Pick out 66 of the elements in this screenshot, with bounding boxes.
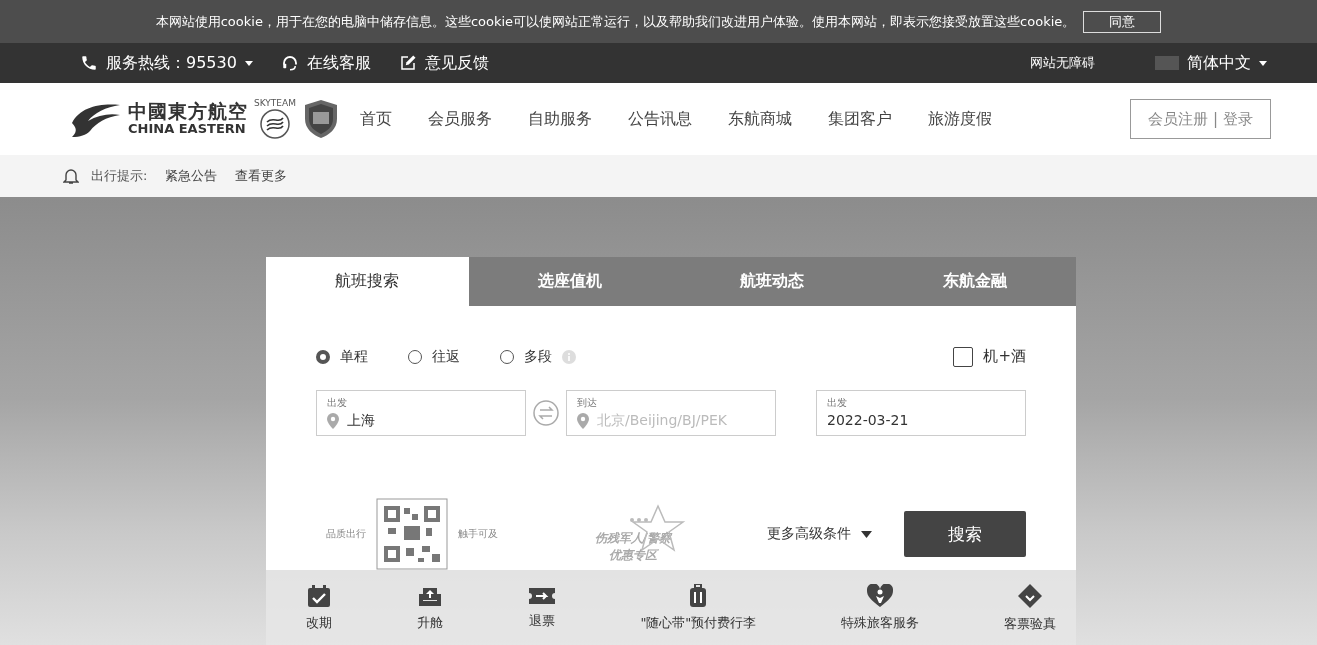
- headset-icon: [280, 54, 299, 72]
- checkbox-label[interactable]: 机+酒: [983, 347, 1026, 366]
- trip-type-label[interactable]: 单程: [340, 347, 368, 366]
- service-link[interactable]: 客票验真: [1003, 614, 1056, 633]
- top-link[interactable]: 在线客服: [306, 52, 371, 74]
- agree-button[interactable]: 同意: [1083, 10, 1162, 33]
- radio-button[interactable]: [316, 349, 330, 364]
- heart-icon: [867, 583, 894, 608]
- nav-link[interactable]: 自助服务: [527, 108, 592, 130]
- location-pin-icon: [327, 413, 339, 429]
- caret-icon: [244, 60, 253, 66]
- field-label: 到达: [577, 396, 598, 410]
- search-tab[interactable]: 东航金融: [873, 257, 1076, 306]
- ticket-check-icon: [1016, 582, 1043, 609]
- ticket-icon: [527, 585, 556, 606]
- field-value: 2022-03-21: [827, 412, 910, 428]
- nav-link[interactable]: 集团客户: [827, 108, 892, 130]
- nav-link[interactable]: 东航商城: [727, 108, 792, 130]
- alliance-logo-icon: [258, 108, 291, 140]
- field-label: 出发: [327, 396, 348, 410]
- service-link[interactable]: 改期: [306, 613, 332, 632]
- input-field[interactable]: 出发 2022-03-21: [816, 390, 1026, 436]
- notice-label: 出行提示:: [91, 167, 148, 185]
- cookie-notice: 本网站使用cookie，用于在您的电脑中储存信息。这些cookie可以使网站正常运行，以及帮助我们改进用户体验。使用本网站，即表示您接受放置这些cookie。: [155, 12, 1076, 31]
- top-link[interactable]: 意见反馈: [424, 52, 489, 74]
- nav-link[interactable]: 首页: [359, 108, 392, 130]
- airline-name: 中國東方航空: [128, 101, 248, 123]
- language-selector[interactable]: 简体中文: [1187, 52, 1251, 74]
- phone-icon: [80, 54, 98, 72]
- nav-link[interactable]: 旅游度假: [927, 108, 992, 130]
- trip-type-label[interactable]: 往返: [432, 347, 460, 366]
- hotline-link[interactable]: 服务热线：95530: [106, 52, 237, 74]
- advanced-options-toggle[interactable]: 更多高级条件: [767, 525, 851, 543]
- alliance-name: SKYTEAM: [254, 98, 296, 108]
- airline-name-english: CHINA EASTERN: [128, 122, 247, 137]
- service-link[interactable]: 升舱: [416, 613, 443, 632]
- flag-icon: [1155, 56, 1179, 70]
- search-tab[interactable]: 航班搜索: [266, 257, 469, 306]
- field-value: 上海: [347, 412, 376, 430]
- caret-icon: [861, 530, 872, 538]
- qr-caption: 触手可及: [458, 527, 498, 541]
- search-tab[interactable]: 航班动态: [671, 257, 874, 306]
- service-link[interactable]: 特殊旅客服务: [841, 613, 920, 632]
- checkbox[interactable]: [953, 346, 974, 367]
- edit-icon: [398, 54, 417, 72]
- qr-caption: 品质出行: [326, 527, 366, 541]
- service-link[interactable]: "随心带"预付费行李: [640, 613, 757, 632]
- search-button[interactable]: 搜索: [904, 511, 1026, 557]
- input-field[interactable]: 出发 上海: [316, 390, 526, 436]
- bell-icon: [63, 167, 79, 185]
- calendar-check-icon: [307, 583, 331, 608]
- notice-link[interactable]: 紧急公告: [165, 167, 218, 185]
- nav-link[interactable]: 公告讯息: [627, 108, 692, 130]
- suitcase-icon: [688, 583, 709, 608]
- nav-link[interactable]: 会员服务: [427, 108, 492, 130]
- field-placeholder: 北京/Beijing/BJ/PEK: [597, 412, 728, 430]
- trip-type-label[interactable]: 多段: [524, 347, 552, 366]
- search-tab[interactable]: 选座值机: [468, 257, 671, 306]
- location-pin-icon: [577, 413, 589, 429]
- field-label: 出发: [827, 396, 848, 410]
- input-field[interactable]: 到达 北京/Beijing/BJ/PEK: [566, 390, 776, 436]
- accessibility-link[interactable]: 网站无障碍: [1030, 54, 1095, 72]
- notice-link[interactable]: 查看更多: [235, 167, 288, 185]
- caret-icon: [1259, 60, 1267, 66]
- login-button[interactable]: 会员注册 | 登录: [1130, 99, 1271, 139]
- service-link[interactable]: 退票: [528, 611, 555, 630]
